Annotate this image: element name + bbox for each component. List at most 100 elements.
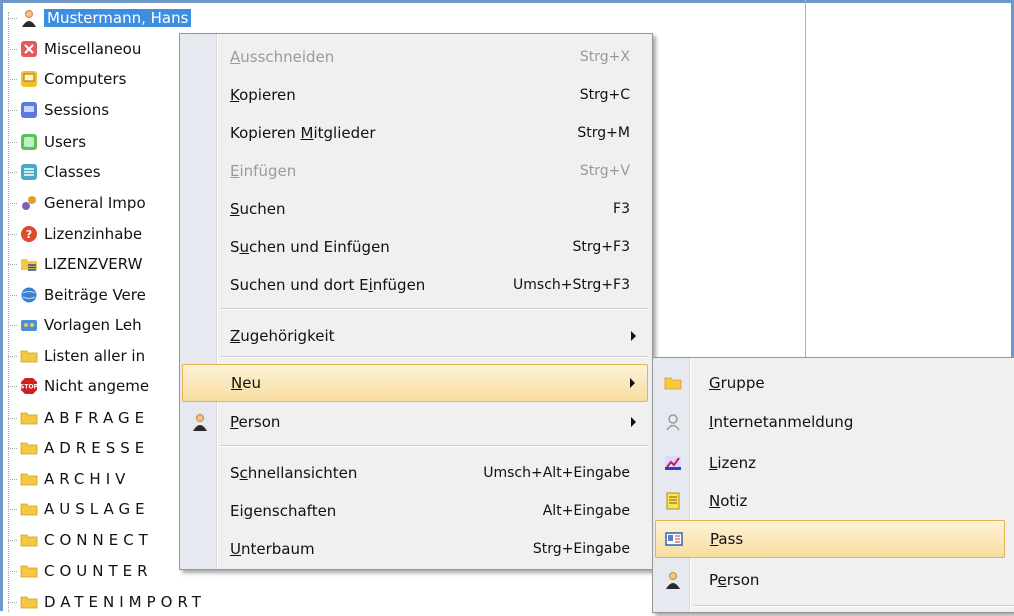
menu-item-kopieren[interactable]: Kopieren Strg+C [182,76,648,114]
general-import-icon [20,194,38,212]
submenu-arrow-icon [631,417,636,427]
tree-item-label: Computers [44,70,127,88]
tree-connector [8,17,17,19]
tree-item-counter[interactable]: COUNTER [8,557,153,585]
tree-item-beiträge-vere[interactable]: Beiträge Vere [8,281,146,309]
tree-item-archiv[interactable]: ARCHIV [8,465,130,493]
sessions-icon [20,101,38,119]
tree-item-label: Lizenzinhabe [44,225,143,243]
person-icon [190,412,210,432]
menu-item-label: Schnellansichten [230,464,358,482]
shortcut-label: Umsch+Strg+F3 [513,277,630,293]
help-icon: ? [20,225,38,243]
menu-item-suchen-und-einfügen[interactable]: Suchen und Einfügen Strg+F3 [182,228,648,266]
globe-icon [20,286,38,304]
computers-icon [20,70,38,88]
submenu-item-internetanmeldung[interactable]: Internetanmeldung [655,403,1005,441]
tree-item-vorlagen-leh[interactable]: Vorlagen Leh [8,311,142,339]
shortcut-label: Strg+Eingabe [532,541,630,557]
tree-item-label: ABFRAGE [44,409,150,427]
tree-item-adresse[interactable]: ADRESSE [8,434,149,462]
menu-item-label: Lizenz [709,454,757,472]
menu-item-kopieren-mitglieder[interactable]: Kopieren Mitglieder Strg+M [182,114,648,152]
menu-separator [220,308,648,310]
menu-separator [693,605,1014,607]
submenu-item-lizenz[interactable]: Lizenz [655,444,1005,482]
submenu-item-notiz[interactable]: Notiz [655,482,1005,520]
menu-item-label: Ausschneiden [230,48,335,66]
window-left-border [0,0,3,611]
stop-icon: STOP [20,377,38,395]
folder-icon [20,409,38,427]
tree-item-label: Beiträge Vere [44,286,146,304]
tree-item-label: COUNTER [44,562,153,580]
pass-icon [664,529,684,549]
tree-item-label: LIZENZVERW [44,255,143,273]
tree-item-listen-aller-in[interactable]: Listen aller in [8,342,145,370]
tree-item-lizenzverw[interactable]: LIZENZVERW [8,250,142,278]
tree-item-datenimport[interactable]: DATENIMPORT [8,588,206,616]
tree-item-label: DATENIMPORT [44,593,206,611]
menu-item-ausschneiden[interactable]: Ausschneiden Strg+X [182,38,648,76]
menu-item-unterbaum[interactable]: Unterbaum Strg+Eingabe [182,530,648,568]
tree-item-classes[interactable]: Classes [8,158,101,186]
menu-item-person[interactable]: Person [182,403,648,441]
tree-item-computers[interactable]: Computers [8,65,126,93]
shortcut-label: Strg+M [577,125,630,141]
menu-item-label: Suchen und Einfügen [230,238,390,256]
menu-item-suchen-und-dort-einfügen[interactable]: Suchen und dort Einfügen Umsch+Strg+F3 [182,266,648,304]
tree-connector [8,601,17,603]
tree-item-nicht-angeme[interactable]: STOP Nicht angeme [8,372,149,400]
tree-item-users[interactable]: Users [8,128,86,156]
note-icon [663,491,683,511]
tree-item-label: Nicht angeme [44,377,150,395]
tree-connector [8,202,17,204]
tree-item-label: ADRESSE [44,439,150,457]
tree-item-label: General Impo [44,194,146,212]
menu-item-label: Person [230,413,281,431]
tree-connector [8,233,17,235]
folder-list-icon [20,255,38,273]
folder-icon [20,593,38,611]
submenu-arrow-icon [631,331,636,341]
menu-item-eigenschaften[interactable]: Eigenschaften Alt+Eingabe [182,492,648,530]
classes-icon [20,163,38,181]
tree-item-label: Listen aller in [44,347,146,365]
menu-item-zugehörigkeit[interactable]: Zugehörigkeit [182,317,648,355]
menu-item-label: Internetanmeldung [709,413,854,431]
internet-login-icon [663,412,683,432]
tree-item-label: ARCHIV [44,470,131,488]
tree-item-general-impo[interactable]: General Impo [8,189,146,217]
tree-connector [8,478,17,480]
tree-item-label: Users [44,133,87,151]
tree-item-label: Sessions [44,101,110,119]
submenu-item-pass[interactable]: Pass [655,520,1005,558]
tree-connector [8,324,17,326]
tree-connector [8,447,17,449]
tree-item-abfrage[interactable]: ABFRAGE [8,404,149,432]
tree-connector [8,171,17,173]
tree-connector [8,141,17,143]
menu-item-suchen[interactable]: Suchen F3 [182,190,648,228]
tree-item-auslage[interactable]: AUSLAGE [8,495,150,523]
menu-item-neu[interactable]: Neu [182,364,648,402]
tree-item-label: Miscellaneou [44,40,142,58]
menu-item-label: Neu [231,374,261,392]
tree-item-lizenzinhabe[interactable]: ? Lizenzinhabe [8,220,142,248]
shortcut-label: Strg+X [579,49,630,65]
tree-connector [8,508,17,510]
tree-connector [8,539,17,541]
tree-item-connect[interactable]: CONNECT [8,526,153,554]
tree-connector [8,78,17,80]
menu-item-schnellansichten[interactable]: Schnellansichten Umsch+Alt+Eingabe [182,454,648,492]
menu-item-label: Person [709,571,760,589]
tree-item-mustermann-hans[interactable]: Mustermann, Hans [8,4,192,32]
tree-item-label: Vorlagen Leh [44,316,142,334]
submenu-item-person[interactable]: Person [655,561,1005,599]
tree-item-miscellaneou[interactable]: Miscellaneou [8,35,141,63]
menu-item-einfügen[interactable]: Einfügen Strg+V [182,152,648,190]
menu-item-label: Suchen und dort Einfügen [230,276,426,294]
tree-connector [8,417,17,419]
submenu-item-gruppe[interactable]: Gruppe [655,364,1005,402]
tree-item-sessions[interactable]: Sessions [8,96,109,124]
